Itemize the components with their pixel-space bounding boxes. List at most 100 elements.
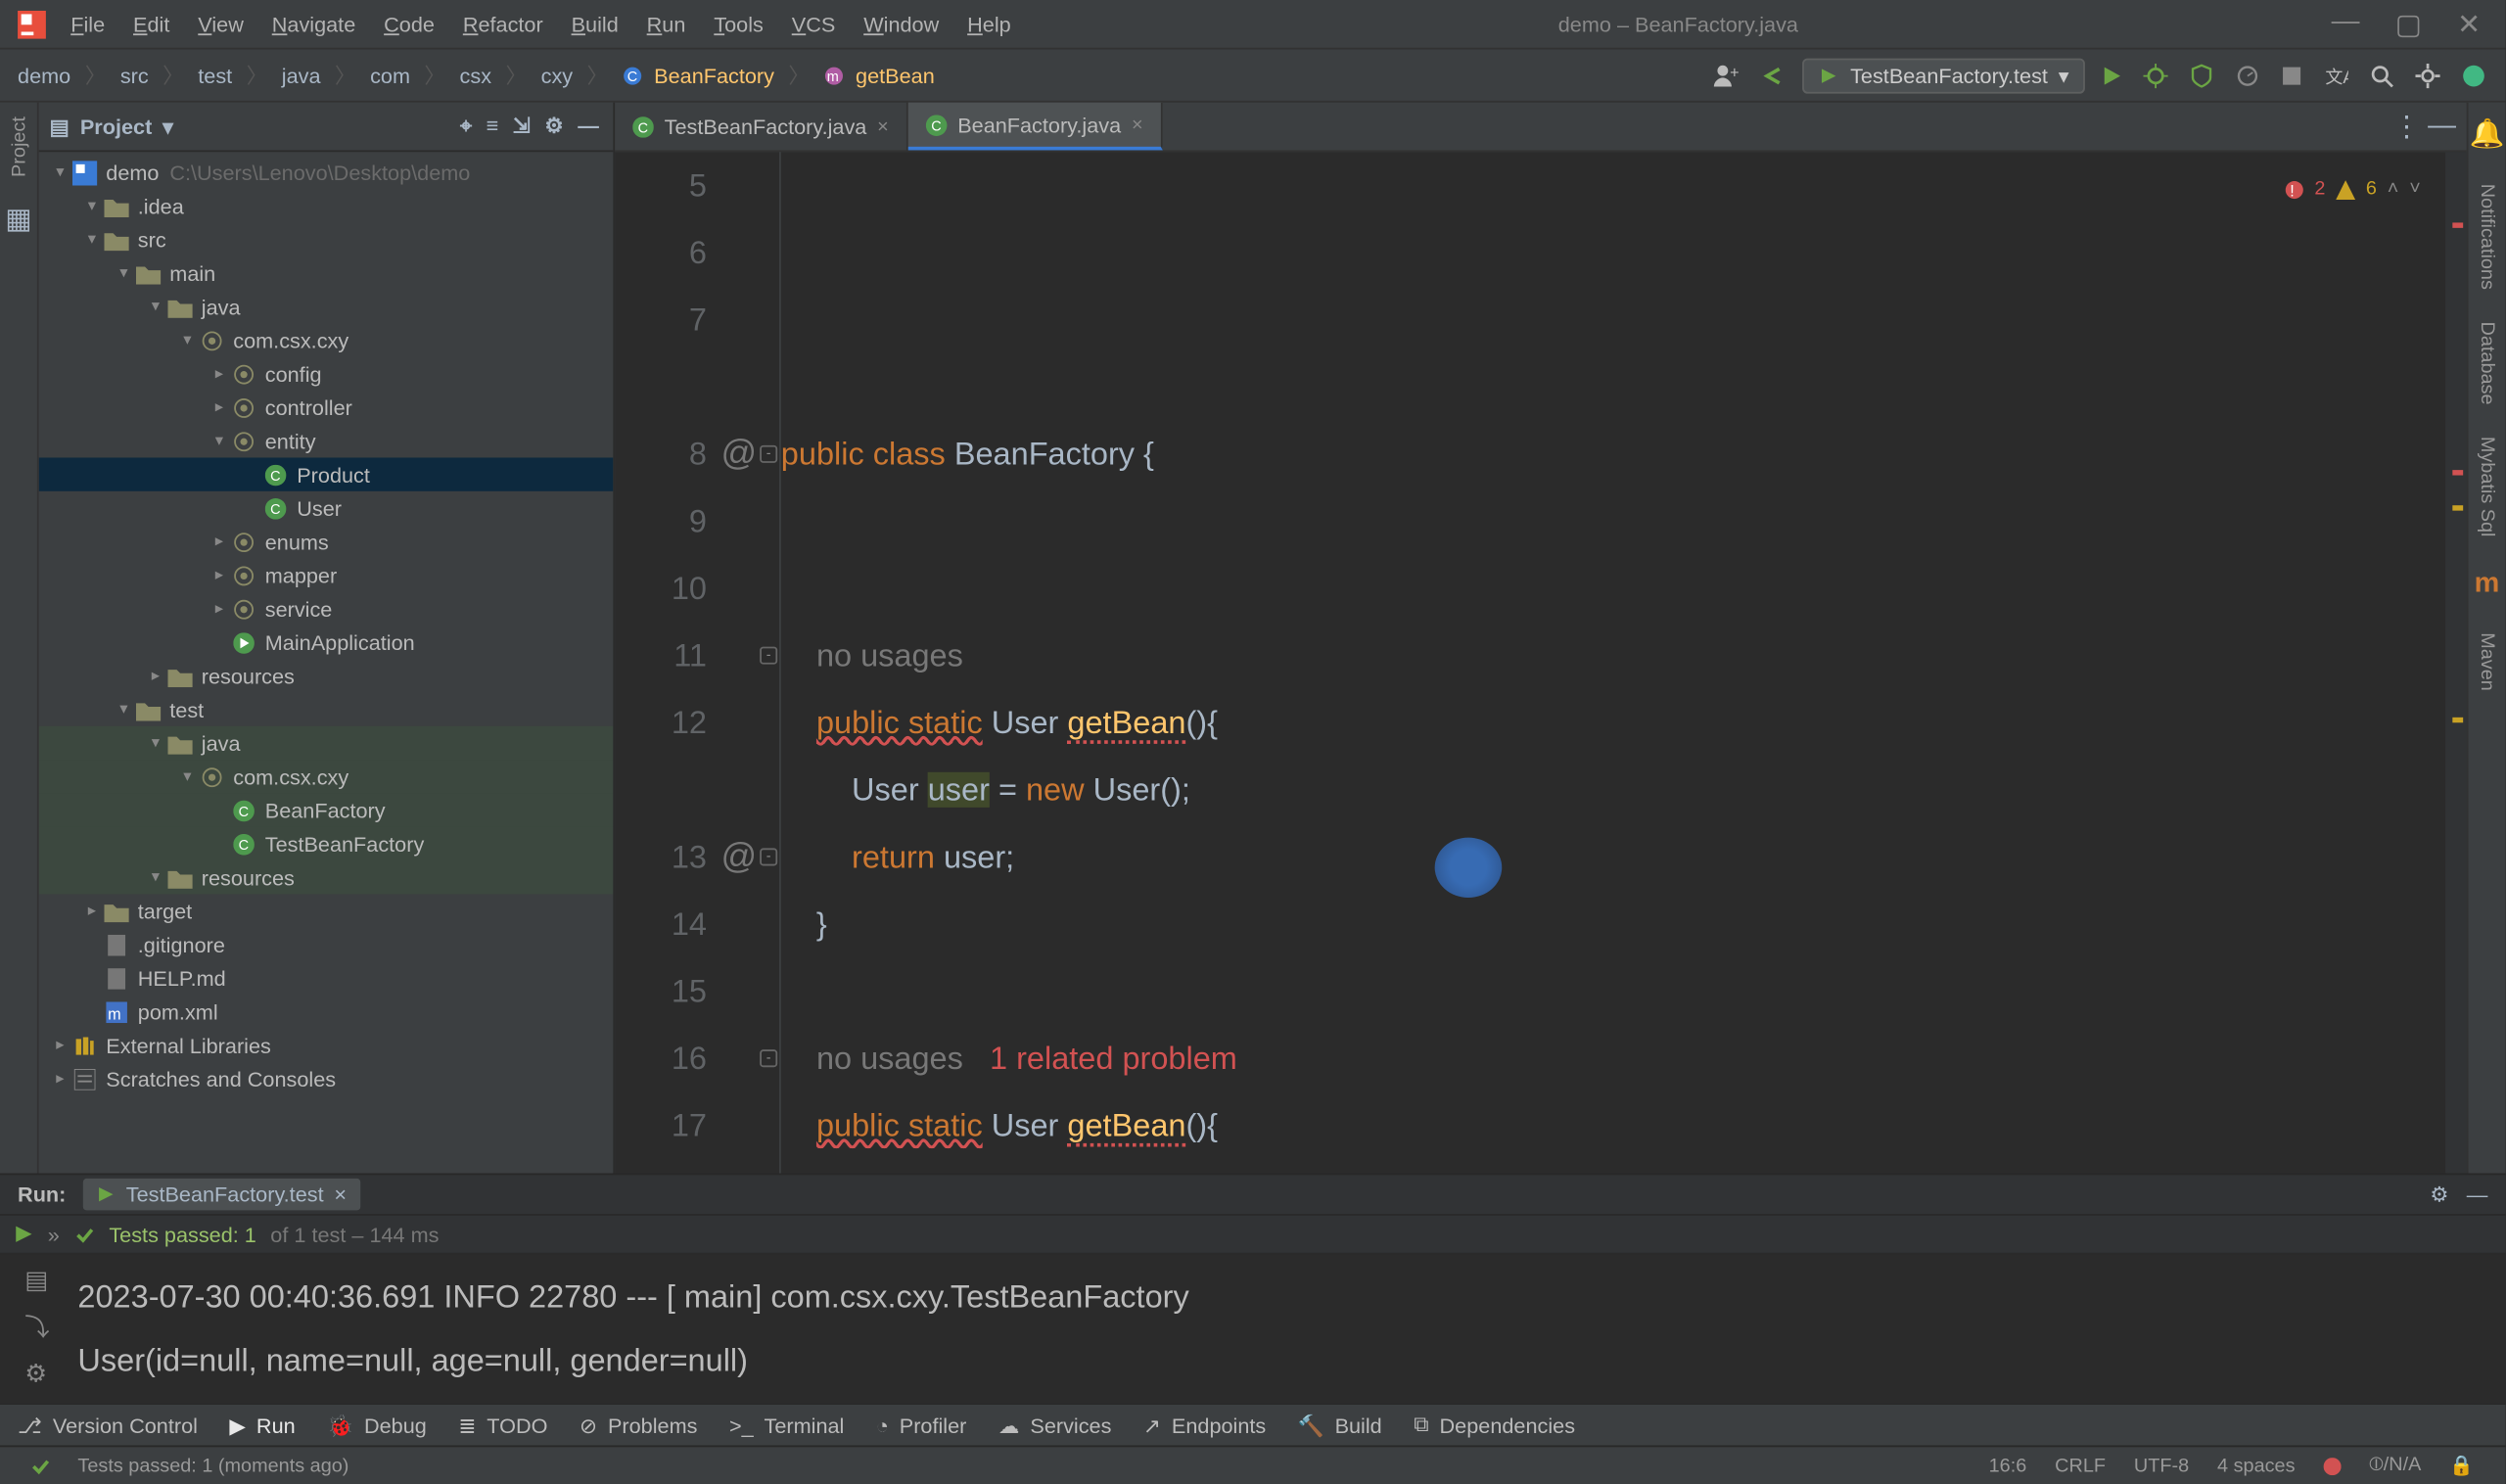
breadcrumb-java[interactable]: java [278, 63, 324, 87]
gear-icon[interactable]: ⚙ [541, 110, 568, 143]
tree-target[interactable]: ▸target [39, 894, 614, 927]
tree-mainapplication[interactable]: MainApplication [39, 626, 614, 659]
breadcrumb-demo[interactable]: demo [14, 63, 73, 87]
tree-demo[interactable]: ▾demoC:\Users\Lenovo\Desktop\demo [39, 156, 614, 189]
tool-database[interactable]: Database [2477, 321, 2498, 404]
bottom-services[interactable]: ☁Services [998, 1413, 1112, 1437]
collapse-icon[interactable]: ⇲ [509, 110, 534, 143]
error-stripe[interactable] [2445, 152, 2467, 1173]
inspections-summary[interactable]: ! 2 6 ˄ ˅ [2285, 156, 2421, 223]
tree-entity[interactable]: ▾entity [39, 424, 614, 457]
menu-edit[interactable]: Edit [119, 5, 184, 44]
tree-pom-xml[interactable]: mpom.xml [39, 995, 614, 1028]
expand-icon[interactable]: ≡ [483, 110, 502, 143]
breadcrumb-csx[interactable]: csx [456, 63, 495, 87]
hide-icon[interactable]: — [2467, 1183, 2488, 1207]
tree-service[interactable]: ▸service [39, 592, 614, 626]
bottom-problems[interactable]: ⊘Problems [580, 1413, 697, 1437]
more-tabs-icon[interactable]: ⋮ [2392, 109, 2421, 144]
tree-test[interactable]: ▾test [39, 693, 614, 726]
breadcrumb-src[interactable]: src [116, 63, 152, 87]
tree-resources[interactable]: ▸resources [39, 659, 614, 692]
bottom-run[interactable]: ▶Run [229, 1413, 295, 1437]
tree-external-libraries[interactable]: ▸External Libraries [39, 1029, 614, 1062]
menu-run[interactable]: Run [632, 5, 700, 44]
file-encoding[interactable]: UTF-8 [2119, 1455, 2203, 1476]
stop-button[interactable] [2276, 59, 2307, 90]
error-indicator[interactable] [2309, 1457, 2355, 1474]
settings-icon[interactable]: ⚙ [24, 1359, 77, 1389]
settings-icon[interactable] [2410, 58, 2445, 93]
bottom-version-control[interactable]: ⎇Version Control [18, 1413, 198, 1437]
tree-src[interactable]: ▾src [39, 222, 614, 255]
breadcrumb-cxy[interactable]: cxy [537, 63, 577, 87]
lock-icon[interactable]: 🔒 [2436, 1455, 2488, 1477]
tree-com-csx-cxy[interactable]: ▾com.csx.cxy [39, 760, 614, 793]
tree-help-md[interactable]: HELP.md [39, 961, 614, 995]
minimize-button[interactable]: — [2332, 6, 2360, 41]
gear-icon[interactable]: ⚙ [2430, 1183, 2448, 1207]
search-button[interactable] [2364, 58, 2399, 93]
tool-project[interactable]: Project [8, 116, 29, 177]
chevron-down-icon[interactable]: ▾ [162, 114, 173, 138]
menu-refactor[interactable]: Refactor [448, 5, 557, 44]
fold-gutter[interactable]: ---- [757, 152, 781, 1173]
db-stripe-icon[interactable]: ▦ [5, 202, 31, 237]
gutter-annotations[interactable]: @@ [720, 152, 756, 1173]
hide-editor-icon[interactable]: — [2428, 111, 2456, 142]
run-tab[interactable]: TestBeanFactory.test × [83, 1179, 360, 1210]
bottom-profiler[interactable]: ◔Profiler [876, 1413, 967, 1437]
caret-position[interactable]: 16:6 [1974, 1455, 2041, 1476]
tree-icon[interactable]: ⤵ [24, 1310, 77, 1345]
notifications-icon[interactable]: 🔔 [2470, 116, 2505, 152]
code-editor[interactable]: ! 2 6 ˄ ˅ public class BeanFactory { no … [781, 152, 2445, 1173]
breadcrumb-test[interactable]: test [195, 63, 236, 87]
breadcrumb-com[interactable]: com [366, 63, 413, 87]
menu-vcs[interactable]: VCS [777, 5, 849, 44]
close-button[interactable]: ✕ [2457, 6, 2481, 41]
chevron-down-icon[interactable]: ˅ [2409, 156, 2421, 223]
tree-java[interactable]: ▾java [39, 726, 614, 760]
close-icon[interactable]: × [334, 1183, 347, 1207]
breadcrumb-beanfactory[interactable]: BeanFactory [651, 63, 778, 87]
skip-icon[interactable]: » [48, 1223, 60, 1247]
tree-com-csx-cxy[interactable]: ▾com.csx.cxy [39, 323, 614, 356]
tree-beanfactory[interactable]: CBeanFactory [39, 793, 614, 826]
tree-user[interactable]: CUser [39, 491, 614, 525]
hide-icon[interactable]: — [575, 110, 603, 143]
locate-icon[interactable]: ⌖ [456, 110, 475, 143]
bottom-todo[interactable]: ≣TODO [458, 1413, 547, 1437]
tool-notifications[interactable]: Notifications [2477, 184, 2498, 290]
undo-icon[interactable] [1756, 58, 1791, 93]
tree--idea[interactable]: ▾.idea [39, 189, 614, 222]
tree-main[interactable]: ▾main [39, 256, 614, 290]
breadcrumb-getbean[interactable]: getBean [852, 63, 938, 87]
debug-button[interactable] [2138, 58, 2173, 93]
translate-icon[interactable]: 文A [2318, 58, 2353, 93]
menu-build[interactable]: Build [557, 5, 632, 44]
line-separator[interactable]: CRLF [2041, 1455, 2120, 1476]
coverage-button[interactable] [2184, 58, 2219, 93]
run-button[interactable] [2096, 59, 2127, 90]
menu-help[interactable]: Help [953, 5, 1025, 44]
tree-controller[interactable]: ▸controller [39, 391, 614, 424]
breadcrumb[interactable]: demo〉src〉test〉java〉com〉csx〉cxy〉CBeanFact… [14, 60, 938, 90]
tool-mybatis[interactable]: Mybatis Sql [2477, 437, 2498, 537]
extra-icon[interactable] [2456, 58, 2491, 93]
menu-file[interactable]: File [57, 5, 119, 44]
tree-enums[interactable]: ▸enums [39, 525, 614, 558]
maximize-button[interactable]: ▢ [2395, 6, 2422, 41]
tree-testbeanfactory[interactable]: CTestBeanFactory [39, 827, 614, 860]
bottom-dependencies[interactable]: ⧉Dependencies [1414, 1412, 1575, 1438]
tree-resources[interactable]: ▾resources [39, 860, 614, 894]
menu-view[interactable]: View [184, 5, 257, 44]
close-icon[interactable]: × [1132, 114, 1143, 135]
chevron-up-icon[interactable]: ˄ [2388, 156, 2399, 223]
editor-tab-beanfactory-java[interactable]: CBeanFactory.java× [908, 103, 1163, 151]
line-number-gutter[interactable]: 567891011121314151617 [615, 152, 720, 1173]
run-configuration[interactable]: TestBeanFactory.test ▾ [1802, 58, 2085, 93]
menu-navigate[interactable]: Navigate [257, 5, 369, 44]
tree-config[interactable]: ▸config [39, 357, 614, 391]
tree--gitignore[interactable]: .gitignore [39, 928, 614, 961]
indent-info[interactable]: 4 spaces [2204, 1455, 2309, 1476]
